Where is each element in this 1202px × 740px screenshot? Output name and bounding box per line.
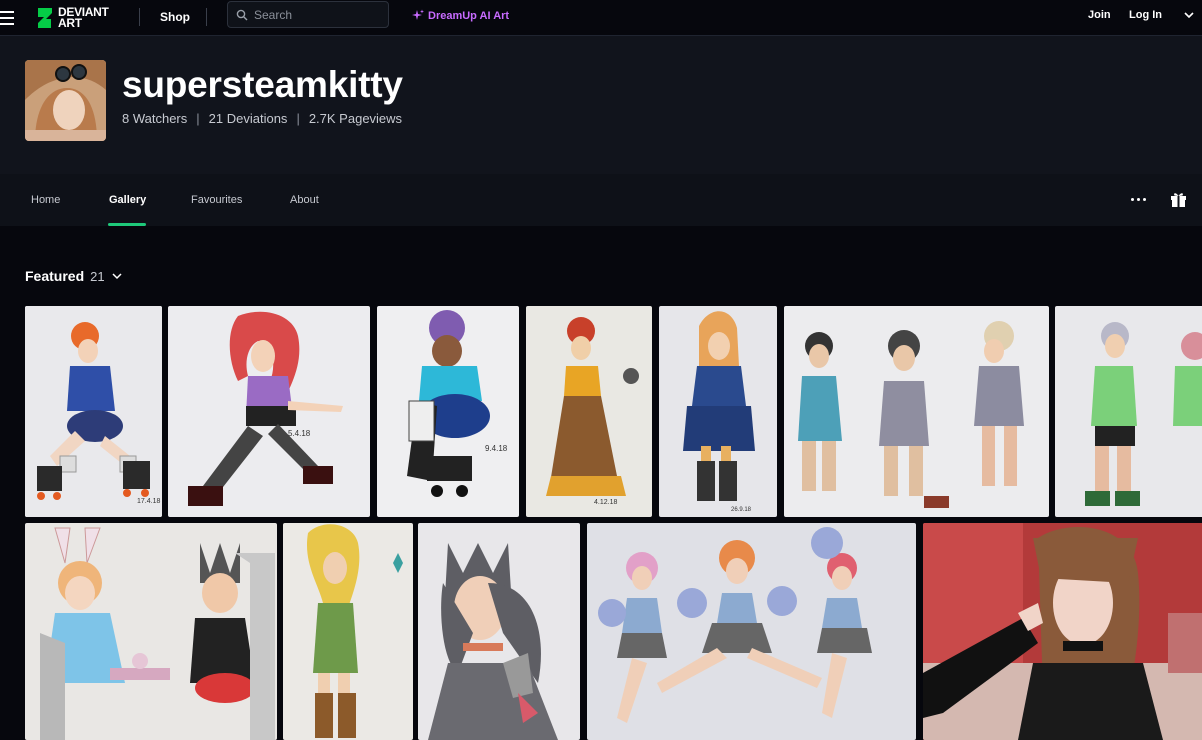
gallery-thumbnail[interactable]: 4.12.18	[526, 306, 652, 517]
chevron-down-icon	[112, 273, 122, 280]
artwork-image: 9.4.18	[377, 306, 519, 517]
artwork-image: 26.9.18	[659, 306, 777, 517]
gallery-thumbnail[interactable]	[587, 523, 916, 740]
deviantart-logo[interactable]: DEVIANT ART	[36, 3, 109, 33]
watchers-count[interactable]: 8 Watchers	[122, 111, 187, 126]
gallery-thumbnail[interactable]	[283, 523, 413, 740]
top-bar: DEVIANT ART Shop DreamUp AI Art Join Log…	[0, 0, 1202, 36]
artwork-date: 26.9.18	[731, 507, 752, 513]
tab-gallery[interactable]: Gallery	[109, 194, 146, 206]
artwork-date: 5.4.18	[288, 429, 311, 438]
artwork-date: 17.4.18	[137, 498, 160, 505]
tab-favourites[interactable]: Favourites	[191, 194, 242, 206]
artwork-date: 4.12.18	[594, 499, 617, 506]
divider	[206, 8, 207, 26]
stat-divider: |	[296, 111, 300, 126]
gallery-thumbnail[interactable]: 17.4.18	[25, 306, 162, 517]
artwork-image: 17.4.18	[25, 306, 162, 517]
artwork-image: 4.12.18	[526, 306, 652, 517]
featured-dropdown[interactable]: Featured 21	[25, 268, 123, 284]
artwork-image	[25, 523, 277, 740]
gallery-thumbnail[interactable]	[418, 523, 580, 740]
tab-home[interactable]: Home	[31, 194, 60, 206]
sparkle-icon	[412, 9, 424, 20]
search-box[interactable]	[227, 1, 389, 28]
artwork-image	[1055, 306, 1202, 517]
artwork-image	[283, 523, 413, 740]
chevron-down-icon[interactable]	[1183, 9, 1195, 21]
profile-header: supersteamkitty 8 Watchers | 21 Deviatio…	[0, 36, 1202, 174]
artwork-date: 9.4.18	[485, 444, 508, 453]
tab-about[interactable]: About	[290, 194, 319, 206]
gift-icon[interactable]	[1170, 191, 1187, 208]
artwork-image	[784, 306, 1049, 517]
divider	[139, 8, 140, 26]
search-input[interactable]	[254, 7, 374, 22]
join-button[interactable]: Join	[1088, 9, 1111, 21]
artwork-image	[587, 523, 916, 740]
gallery-thumbnail[interactable]: 9.4.18	[377, 306, 519, 517]
avatar[interactable]	[25, 60, 106, 141]
search-icon	[236, 9, 248, 20]
deviantart-logo-icon	[38, 8, 52, 28]
dreamup-label: DreamUp AI Art	[428, 9, 510, 22]
section-count: 21	[90, 268, 105, 284]
artwork-image: 5.4.18	[168, 306, 370, 517]
menu-icon[interactable]	[0, 9, 16, 27]
gallery-thumbnail[interactable]	[784, 306, 1049, 517]
active-tab-indicator	[108, 223, 146, 226]
dreamup-link[interactable]: DreamUp AI Art	[411, 9, 509, 22]
artwork-image	[923, 523, 1202, 740]
more-options-icon[interactable]	[1131, 198, 1146, 201]
section-title: Featured	[25, 268, 85, 284]
gallery-thumbnail[interactable]: 5.4.18	[168, 306, 370, 517]
gallery-thumbnail[interactable]	[1055, 306, 1202, 517]
avatar-image	[25, 60, 106, 141]
logo-text: DEVIANT ART	[58, 5, 109, 30]
profile-nav: Home Gallery Favourites About	[0, 174, 1202, 226]
stat-divider: |	[196, 111, 200, 126]
shop-link[interactable]: Shop	[160, 10, 190, 24]
gallery-thumbnail[interactable]	[25, 523, 277, 740]
profile-username: supersteamkitty	[122, 64, 403, 105]
profile-stats: 8 Watchers | 21 Deviations | 2.7K Pagevi…	[122, 111, 402, 126]
gallery-thumbnail[interactable]: 26.9.18	[659, 306, 777, 517]
deviations-count[interactable]: 21 Deviations	[209, 111, 288, 126]
gallery-thumbnail[interactable]	[923, 523, 1202, 740]
login-button[interactable]: Log In	[1129, 9, 1162, 21]
pageviews-count: 2.7K Pageviews	[308, 111, 403, 126]
artwork-image	[418, 523, 580, 740]
